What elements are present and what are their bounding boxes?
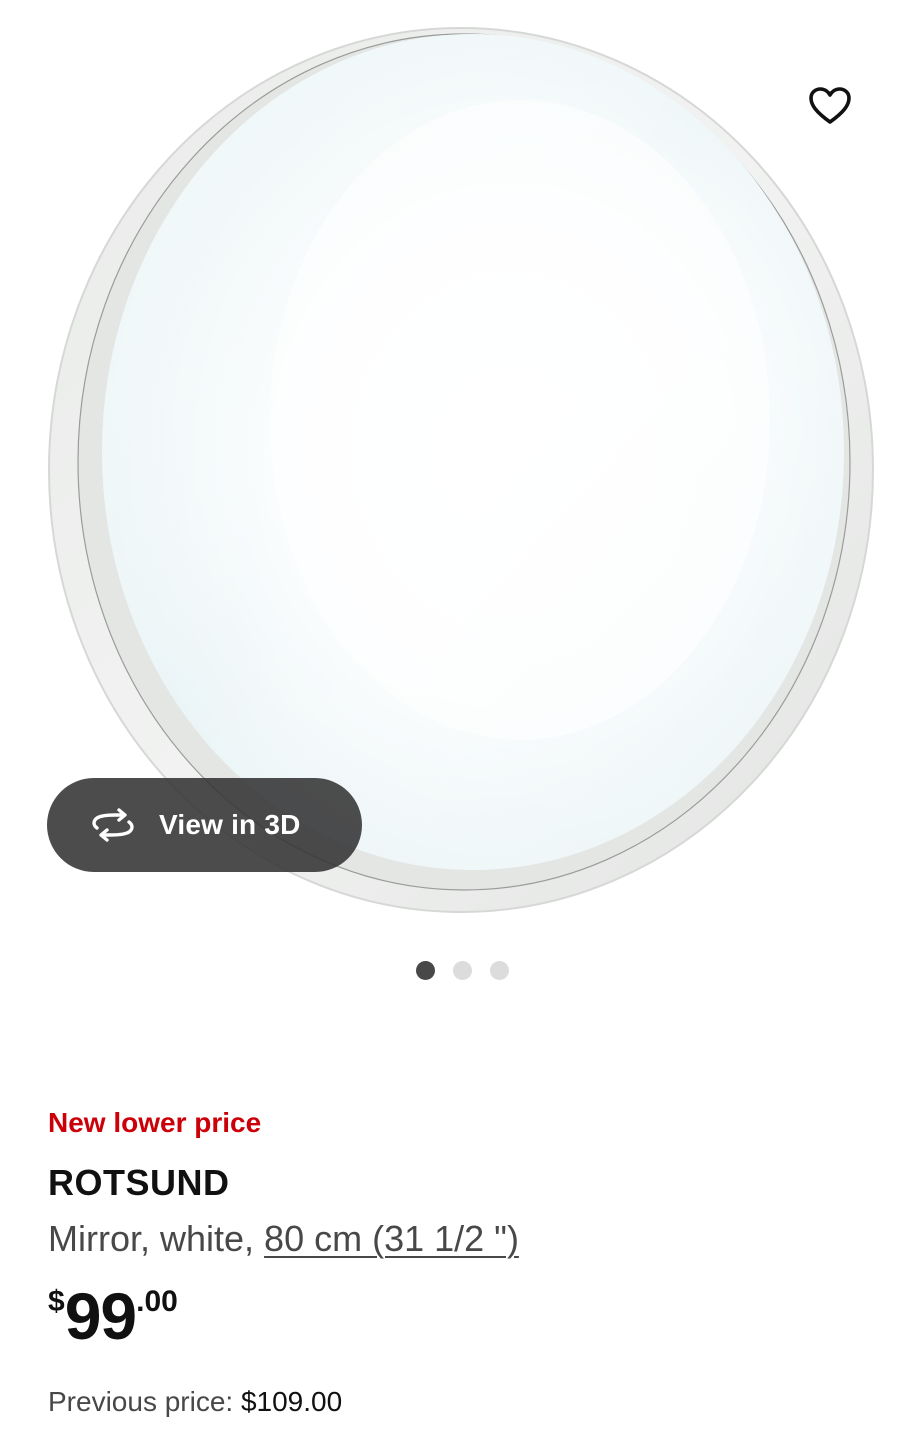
price-integer: 99: [64, 1279, 137, 1353]
heart-outline-icon: [809, 87, 851, 124]
product-price: $ 99 .00: [48, 1279, 888, 1356]
view-in-3d-label: View in 3D: [159, 809, 301, 840]
previous-price-label: Previous price:: [48, 1386, 241, 1417]
product-name: ROTSUND: [48, 1162, 230, 1203]
carousel-dot-1[interactable]: [415, 961, 435, 980]
product-description-text: Mirror, white,: [48, 1218, 265, 1259]
favorite-button[interactable]: [800, 76, 860, 136]
previous-price: Previous price: $109.00: [48, 1382, 888, 1422]
view-in-3d-button[interactable]: View in 3D: [47, 778, 362, 872]
price-currency: $: [48, 1285, 65, 1318]
price-decimal: .00: [136, 1285, 178, 1318]
product-info: New lower price ROTSUND Mirror, white, 8…: [48, 1100, 888, 1422]
carousel-dots: [0, 961, 924, 980]
price-badge: New lower price: [48, 1107, 262, 1138]
carousel-dot-3[interactable]: [489, 961, 509, 980]
carousel-dot-2[interactable]: [452, 961, 472, 980]
rotate-3d-icon: [89, 808, 137, 842]
previous-price-value: $109.00: [240, 1386, 343, 1417]
product-gallery: View in 3D: [0, 0, 924, 1000]
size-link[interactable]: 80 cm (31 1/2 "): [264, 1218, 519, 1259]
product-description: Mirror, white, 80 cm (31 1/2 "): [48, 1214, 888, 1264]
